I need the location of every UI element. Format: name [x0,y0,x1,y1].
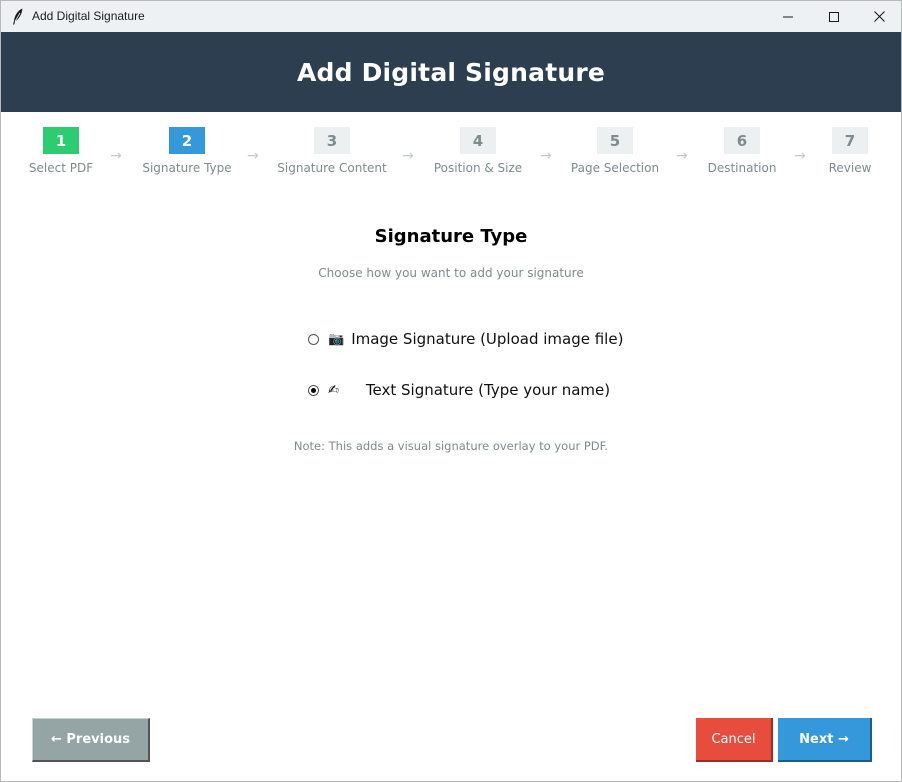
step-label: Select PDF [28,161,94,175]
option-image-signature[interactable]: 📷 Image Signature (Upload image file) [308,330,623,348]
option-text-signature[interactable]: ✍ Text Signature (Type your name) [308,381,610,399]
next-button[interactable]: Next → [778,718,872,762]
step-number: 3 [314,127,350,154]
close-icon [873,11,885,22]
step-label: Destination [707,161,777,175]
step-arrow: → [540,148,552,164]
step-number: 7 [832,127,868,154]
section-title: Signature Type [374,226,528,247]
step-select-pdf: 1 Select PDF [28,127,94,175]
camera-icon: 📷 [328,331,345,347]
step-arrow: → [402,148,414,164]
page-title: Add Digital Signature [296,57,606,87]
option-label: Text Signature (Type your name) [365,381,611,399]
step-arrow: → [794,148,806,164]
step-arrow: → [110,148,122,164]
step-number: 6 [724,127,760,154]
wizard-steps: 1 Select PDF → 2 Signature Type → 3 Sign… [1,112,901,192]
step-number: 5 [597,127,633,154]
step-arrow: → [676,148,688,164]
maximize-icon [829,11,839,22]
page-header: Add Digital Signature [1,32,901,112]
radio-button[interactable] [308,384,319,396]
step-destination: 6 Destination [708,127,776,175]
step-number: 2 [169,127,205,154]
feather-icon [12,8,24,25]
title-bar: Add Digital Signature [1,1,901,32]
option-label: Image Signature (Upload image file) [351,330,624,348]
section-subtitle: Choose how you want to add your signatur… [318,266,584,280]
step-label: Position & Size [433,161,523,175]
step-label: Signature Content [277,161,387,175]
step-page-selection: 5 Page Selection [570,127,660,175]
maximize-button[interactable] [811,1,857,32]
writing-hand-icon: ✍ [328,382,339,398]
cancel-button[interactable]: Cancel [696,718,773,762]
note-text: Note: This adds a visual signature overl… [293,439,609,453]
radio-button[interactable] [308,333,319,345]
previous-button[interactable]: ← Previous [32,718,150,762]
step-label: Review [828,161,872,175]
step-number: 4 [460,127,496,154]
step-label: Signature Type [142,161,232,175]
minimize-icon [783,16,793,17]
step-review: 7 Review [827,127,873,175]
step-arrow: → [247,148,259,164]
close-button[interactable] [856,1,901,32]
step-position-size: 4 Position & Size [434,127,522,175]
app-window: Add Digital Signature Add Digital Signat… [0,0,902,782]
window-title: Add Digital Signature [32,9,145,23]
minimize-button[interactable] [765,1,811,32]
step-number: 1 [43,127,79,154]
step-signature-content: 3 Signature Content [277,127,387,175]
step-label: Page Selection [570,161,660,175]
step-signature-type: 2 Signature Type [142,127,232,175]
